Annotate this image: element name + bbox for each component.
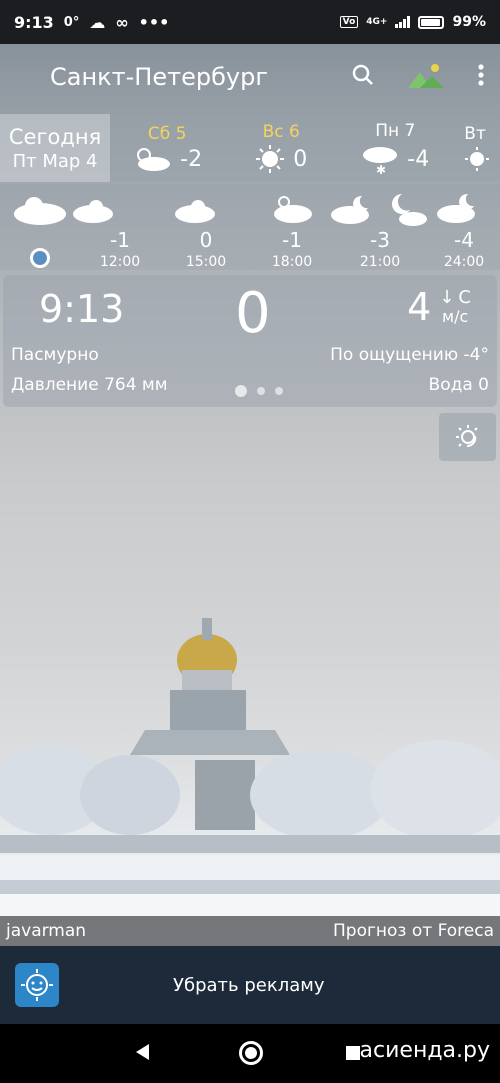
watermark: асиенда.ру xyxy=(359,1038,490,1063)
hour-temp: -1 xyxy=(110,228,130,252)
page-dot xyxy=(275,387,283,395)
remove-ads-bar[interactable]: Убрать рекламу xyxy=(0,946,500,1024)
recent-apps-icon[interactable] xyxy=(346,1046,360,1060)
day-temp: -4 xyxy=(407,146,430,172)
hour-item: -3 21:00 xyxy=(350,228,410,270)
arrow-down-icon: ↓ xyxy=(439,287,455,309)
night-cloudy-icon xyxy=(437,193,475,223)
landscape-icon[interactable] xyxy=(408,62,444,93)
day-today-date: Пт Мар 4 xyxy=(12,150,98,172)
status-bar: 9:13 0° ☁ ∞ ••• Vo 4G+ 99% xyxy=(0,0,500,44)
page-dot xyxy=(257,387,265,395)
day-label: Вт xyxy=(464,124,486,144)
partly-cloudy-icon xyxy=(137,148,171,171)
partly-cloudy-icon xyxy=(274,196,312,223)
forecast-source[interactable]: Прогноз от Foreca xyxy=(333,921,494,941)
hour-temp: 0 xyxy=(199,228,213,252)
hour-time: 15:00 xyxy=(185,254,227,270)
current-temp: 0 xyxy=(235,281,271,346)
wind-speed: 4 xyxy=(407,285,432,329)
current-time-marker xyxy=(30,248,50,268)
days-strip: Сегодня Пт Мар 4 Сб 5 -2 Вс 6 0 Пн 7 ✱ -… xyxy=(0,114,500,182)
photo-credit-bar: javarman Прогноз от Foreca xyxy=(0,916,500,946)
cloud-icon xyxy=(73,200,113,223)
search-icon[interactable] xyxy=(352,64,374,91)
network-type: 4G+ xyxy=(366,17,388,27)
signal-icon xyxy=(395,16,411,28)
cloud-icon: ☁ xyxy=(89,12,106,32)
hour-temp: -1 xyxy=(282,228,302,252)
sun-icon xyxy=(256,145,285,173)
sun-icon xyxy=(465,147,490,171)
link-icon: ∞ xyxy=(115,12,129,32)
photo-author[interactable]: javarman xyxy=(6,921,86,941)
home-icon[interactable] xyxy=(239,1041,263,1065)
more-notifications-icon: ••• xyxy=(138,12,170,32)
cloud-icon xyxy=(175,200,215,223)
hour-time: 21:00 xyxy=(359,254,401,270)
snow-icon: ✱ xyxy=(363,147,398,175)
current-time: 9:13 xyxy=(39,287,125,331)
system-nav-bar: асиенда.ру xyxy=(0,1024,500,1083)
hourly-forecast: -1 12:00 0 15:00 -1 18:00 -3 21:00 -4 24… xyxy=(0,184,500,270)
hour-item: -1 18:00 xyxy=(262,228,322,270)
brightness-toggle-button[interactable] xyxy=(439,413,496,461)
precipitation: Вода 0 xyxy=(428,375,489,395)
day-item[interactable]: Вт xyxy=(452,114,500,182)
day-label: Сб 5 xyxy=(147,124,187,144)
feels-like: По ощущению -4° xyxy=(330,345,489,365)
pressure: Давление 764 мм xyxy=(11,375,168,395)
wind-unit: м/с xyxy=(442,307,469,327)
condition-text: Пасмурно xyxy=(11,345,99,365)
app-sun-icon xyxy=(15,963,59,1007)
day-item[interactable]: Сб 5 -2 xyxy=(110,114,224,182)
hourly-icons-row xyxy=(0,192,500,226)
svg-text:✱: ✱ xyxy=(376,163,386,175)
hour-time: 18:00 xyxy=(271,254,313,270)
city-title[interactable]: Санкт-Петербург xyxy=(50,63,268,91)
night-cloudy-icon xyxy=(331,195,369,224)
wind-info: 4 ↓ С м/с xyxy=(407,285,471,329)
day-label: Вс 6 xyxy=(262,122,300,142)
night-cloudy-icon xyxy=(391,194,427,226)
wind-direction: С xyxy=(458,287,471,309)
hour-time: 12:00 xyxy=(99,254,141,270)
status-time: 9:13 xyxy=(14,12,54,32)
battery-icon xyxy=(418,15,445,29)
hour-item: -4 24:00 xyxy=(434,228,494,270)
hour-temp: -4 xyxy=(454,228,474,252)
status-temp: 0° xyxy=(63,14,80,30)
day-temp: -2 xyxy=(180,146,203,172)
volte-icon: Vo xyxy=(339,16,359,28)
hour-item: -1 12:00 xyxy=(90,228,150,270)
cloud-icon xyxy=(14,197,66,225)
day-item[interactable]: Пн 7 ✱ -4 xyxy=(338,114,452,182)
day-item[interactable]: Вс 6 0 xyxy=(224,114,338,182)
brightness-icon xyxy=(455,425,478,447)
battery-percent: 99% xyxy=(452,14,486,30)
day-today[interactable]: Сегодня Пт Мар 4 xyxy=(0,114,111,182)
day-today-label: Сегодня xyxy=(8,124,102,149)
day-temp: 0 xyxy=(293,146,308,172)
more-vert-icon[interactable] xyxy=(478,63,484,91)
app-bar: Санкт-Петербург xyxy=(0,44,500,110)
hour-time: 24:00 xyxy=(443,254,485,270)
hour-item: 0 15:00 xyxy=(176,228,236,270)
back-icon[interactable] xyxy=(136,1044,149,1060)
remove-ads-label[interactable]: Убрать рекламу xyxy=(173,975,324,996)
hour-temp: -3 xyxy=(370,228,390,252)
page-dot-active xyxy=(235,385,247,397)
day-label: Пн 7 xyxy=(375,121,416,141)
current-weather-card[interactable]: 9:13 0 4 ↓ С м/с Пасмурно По ощущению -4… xyxy=(3,275,497,407)
page-indicator xyxy=(235,385,283,397)
